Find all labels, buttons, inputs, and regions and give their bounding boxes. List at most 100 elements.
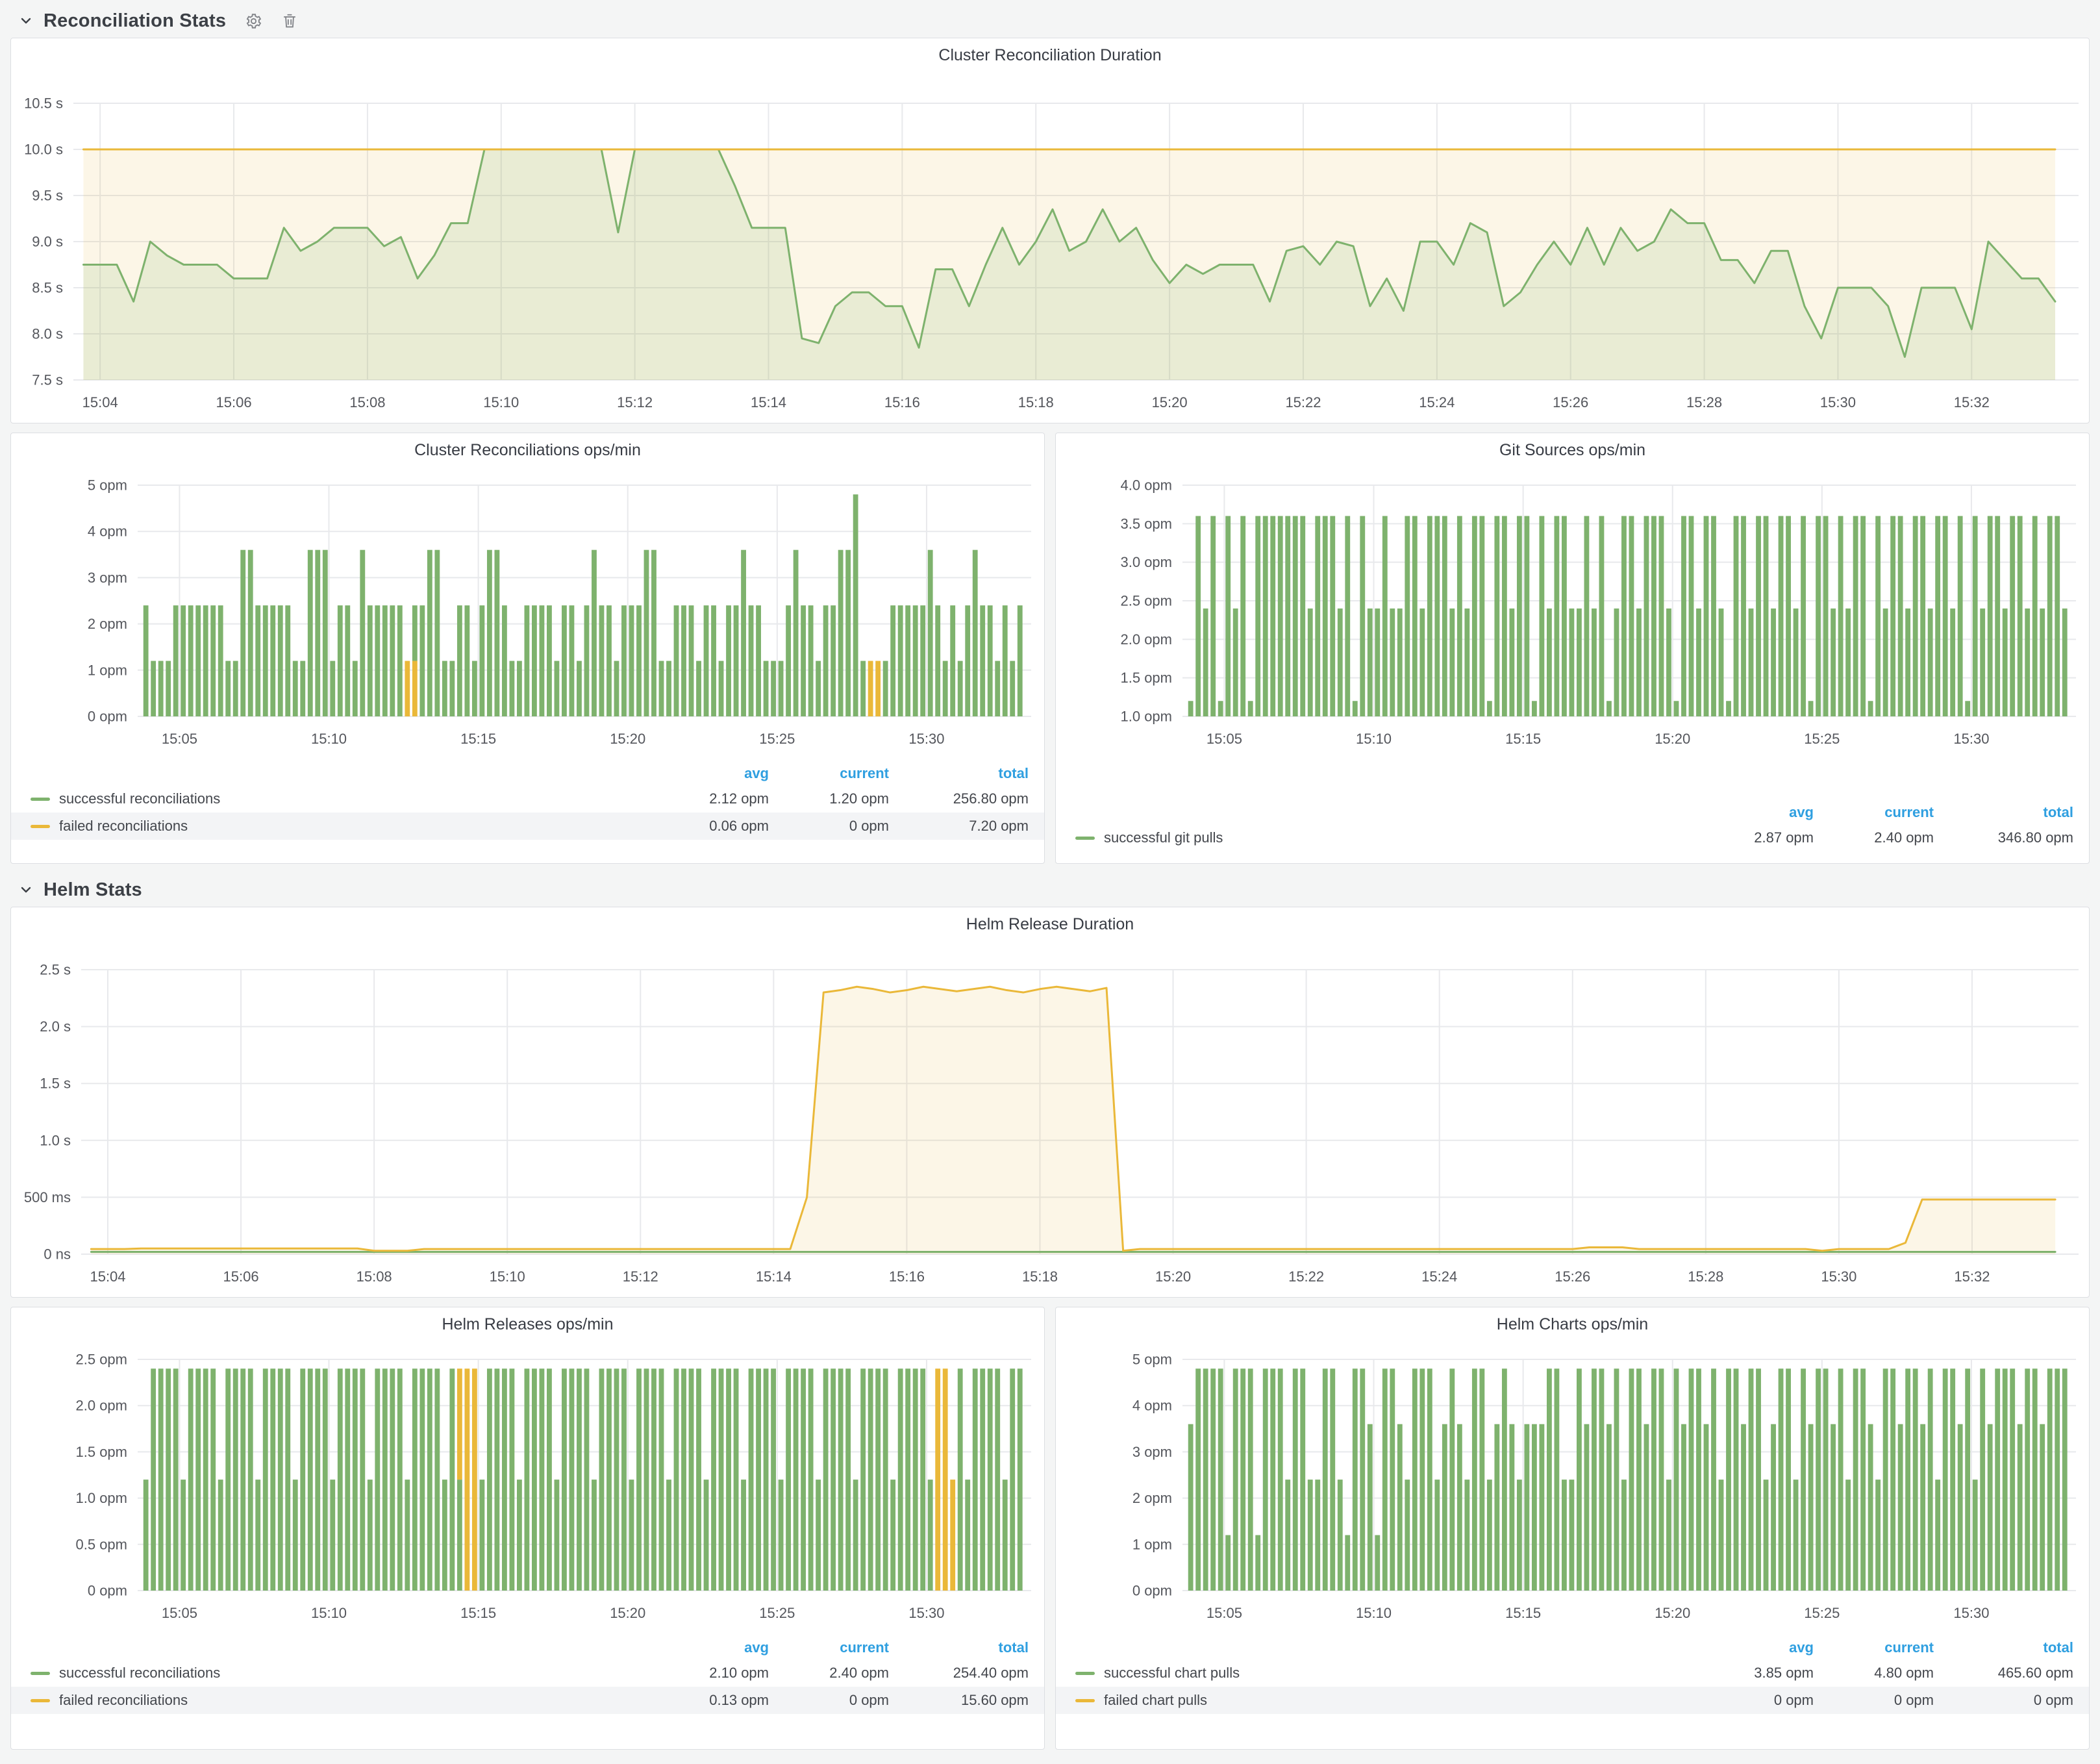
legend-current-value: 0 opm bbox=[769, 818, 889, 835]
svg-text:8.5 s: 8.5 s bbox=[32, 280, 63, 296]
legend-label: successful chart pulls bbox=[1104, 1665, 1240, 1682]
panel-helm-charts-ops: Helm Charts ops/min 15:0515:1015:1515:20… bbox=[1055, 1307, 2090, 1750]
svg-text:15:20: 15:20 bbox=[610, 1605, 645, 1621]
legend-header-current[interactable]: current bbox=[1814, 804, 1934, 821]
svg-text:4.0 opm: 4.0 opm bbox=[1121, 477, 1173, 494]
svg-text:15:06: 15:06 bbox=[223, 1268, 259, 1285]
svg-text:0 opm: 0 opm bbox=[88, 1583, 127, 1599]
legend-total-value: 7.20 opm bbox=[889, 818, 1029, 835]
cluster-reconciliation-duration-chart[interactable]: 15:0415:0615:0815:1015:1215:1415:1615:18… bbox=[11, 72, 2089, 420]
legend-header-current[interactable]: current bbox=[1814, 1639, 1934, 1656]
legend-avg-value: 2.10 opm bbox=[658, 1665, 769, 1682]
panel-title[interactable]: Helm Release Duration bbox=[11, 907, 2089, 941]
legend-header-current[interactable]: current bbox=[769, 1639, 889, 1656]
svg-text:1.0 opm: 1.0 opm bbox=[1121, 709, 1173, 725]
svg-text:15:16: 15:16 bbox=[889, 1268, 925, 1285]
svg-text:15:10: 15:10 bbox=[1356, 731, 1392, 747]
chevron-down-icon[interactable] bbox=[18, 882, 34, 898]
legend-avg-value: 2.12 opm bbox=[658, 790, 769, 807]
svg-text:1.0 s: 1.0 s bbox=[40, 1132, 71, 1148]
cluster-reconciliations-ops-chart[interactable]: 15:0515:1015:1515:2015:2515:300 opm1 opm… bbox=[11, 467, 1044, 762]
svg-text:10.5 s: 10.5 s bbox=[24, 95, 63, 112]
svg-text:1 opm: 1 opm bbox=[1132, 1536, 1172, 1552]
svg-text:5 opm: 5 opm bbox=[88, 477, 127, 494]
legend-header-avg[interactable]: avg bbox=[1703, 1639, 1814, 1656]
svg-text:15:24: 15:24 bbox=[1421, 1268, 1457, 1285]
panel-title[interactable]: Helm Charts ops/min bbox=[1056, 1307, 2089, 1341]
svg-text:15:06: 15:06 bbox=[216, 394, 252, 410]
helm-charts-ops-chart[interactable]: 15:0515:1015:1515:2015:2515:300 opm1 opm… bbox=[1056, 1341, 2089, 1636]
helm-releases-ops-chart[interactable]: 15:0515:1015:1515:2015:2515:300 opm0.5 o… bbox=[11, 1341, 1044, 1636]
svg-text:3 opm: 3 opm bbox=[88, 570, 127, 586]
legend-header-total[interactable]: total bbox=[889, 765, 1029, 782]
section-header-reconciliation-stats: Reconciliation Stats bbox=[10, 4, 2090, 38]
legend-header-total[interactable]: total bbox=[889, 1639, 1029, 1656]
panel-cluster-reconciliations-ops: Cluster Reconciliations ops/min 15:0515:… bbox=[10, 433, 1045, 864]
svg-text:2.5 opm: 2.5 opm bbox=[76, 1352, 128, 1368]
panel-title[interactable]: Git Sources ops/min bbox=[1056, 433, 2089, 467]
legend-total-value: 465.60 opm bbox=[1934, 1665, 2073, 1682]
svg-text:0 opm: 0 opm bbox=[88, 709, 127, 725]
legend-header-avg[interactable]: avg bbox=[658, 765, 769, 782]
legend-label: failed reconciliations bbox=[59, 818, 188, 835]
row-helm-duration: Helm Release Duration 15:0415:0615:0815:… bbox=[10, 907, 2090, 1298]
svg-text:3.0 opm: 3.0 opm bbox=[1121, 554, 1173, 570]
svg-text:15:10: 15:10 bbox=[311, 1605, 347, 1621]
svg-text:15:30: 15:30 bbox=[908, 1605, 944, 1621]
trash-icon[interactable] bbox=[281, 12, 298, 29]
legend-row-successful-chart-pulls: successful chart pulls 3.85 opm 4.80 opm… bbox=[1056, 1659, 2089, 1687]
svg-text:15:24: 15:24 bbox=[1419, 394, 1455, 410]
legend-avg-value: 3.85 opm bbox=[1703, 1665, 1814, 1682]
svg-text:15:08: 15:08 bbox=[356, 1268, 392, 1285]
svg-text:2.0 s: 2.0 s bbox=[40, 1018, 71, 1035]
legend: avg current total successful reconciliat… bbox=[11, 1636, 1044, 1748]
svg-text:1.0 opm: 1.0 opm bbox=[76, 1490, 128, 1506]
legend-total-value: 346.80 opm bbox=[1934, 829, 2073, 846]
svg-text:15:16: 15:16 bbox=[884, 394, 920, 410]
panel-title[interactable]: Cluster Reconciliations ops/min bbox=[11, 433, 1044, 467]
svg-text:15:05: 15:05 bbox=[1206, 731, 1242, 747]
svg-text:15:14: 15:14 bbox=[756, 1268, 792, 1285]
svg-text:15:15: 15:15 bbox=[460, 1605, 496, 1621]
series-color-dash bbox=[31, 798, 50, 801]
row-helm-ops: Helm Releases ops/min 15:0515:1015:1515:… bbox=[10, 1307, 2090, 1750]
legend-label: failed reconciliations bbox=[59, 1692, 188, 1709]
legend-header-avg[interactable]: avg bbox=[1703, 804, 1814, 821]
svg-text:15:18: 15:18 bbox=[1022, 1268, 1058, 1285]
git-sources-ops-chart[interactable]: 15:0515:1015:1515:2015:2515:301.0 opm1.5… bbox=[1056, 467, 2089, 762]
svg-text:15:22: 15:22 bbox=[1285, 394, 1321, 410]
legend-avg-value: 0.13 opm bbox=[658, 1692, 769, 1709]
helm-release-duration-chart[interactable]: 15:0415:0615:0815:1015:1215:1415:1615:18… bbox=[11, 941, 2089, 1294]
legend-current-value: 2.40 opm bbox=[769, 1665, 889, 1682]
legend-header: avg current total bbox=[11, 762, 1044, 785]
gear-icon[interactable] bbox=[245, 12, 262, 30]
legend-current-value: 4.80 opm bbox=[1814, 1665, 1934, 1682]
svg-text:1.5 opm: 1.5 opm bbox=[76, 1444, 128, 1460]
svg-text:15:08: 15:08 bbox=[349, 394, 385, 410]
panel-title[interactable]: Cluster Reconciliation Duration bbox=[11, 38, 2089, 72]
svg-text:15:25: 15:25 bbox=[1804, 731, 1840, 747]
panel-title[interactable]: Helm Releases ops/min bbox=[11, 1307, 1044, 1341]
svg-text:500 ms: 500 ms bbox=[24, 1189, 71, 1205]
svg-text:9.0 s: 9.0 s bbox=[32, 234, 63, 250]
legend-row-failed-reconciliations: failed reconciliations 0.06 opm 0 opm 7.… bbox=[11, 813, 1044, 840]
legend-label: successful git pulls bbox=[1104, 829, 1223, 846]
section-title[interactable]: Reconciliation Stats bbox=[44, 10, 226, 32]
legend-header-total[interactable]: total bbox=[1934, 1639, 2073, 1656]
svg-text:2 opm: 2 opm bbox=[88, 616, 127, 632]
chevron-down-icon[interactable] bbox=[18, 13, 34, 29]
legend-header-current[interactable]: current bbox=[769, 765, 889, 782]
svg-text:15:15: 15:15 bbox=[460, 731, 496, 747]
svg-text:15:28: 15:28 bbox=[1686, 394, 1722, 410]
legend-total-value: 15.60 opm bbox=[889, 1692, 1029, 1709]
svg-text:15:25: 15:25 bbox=[759, 1605, 795, 1621]
legend-header-avg[interactable]: avg bbox=[658, 1639, 769, 1656]
legend-header-total[interactable]: total bbox=[1934, 804, 2073, 821]
section-title[interactable]: Helm Stats bbox=[44, 879, 142, 901]
series-color-dash bbox=[1075, 1699, 1095, 1702]
svg-text:15:32: 15:32 bbox=[1954, 1268, 1990, 1285]
svg-text:10.0 s: 10.0 s bbox=[24, 142, 63, 158]
series-color-dash bbox=[31, 1699, 50, 1702]
svg-text:15:05: 15:05 bbox=[1206, 1605, 1242, 1621]
panel-git-sources-ops: Git Sources ops/min 15:0515:1015:1515:20… bbox=[1055, 433, 2090, 864]
